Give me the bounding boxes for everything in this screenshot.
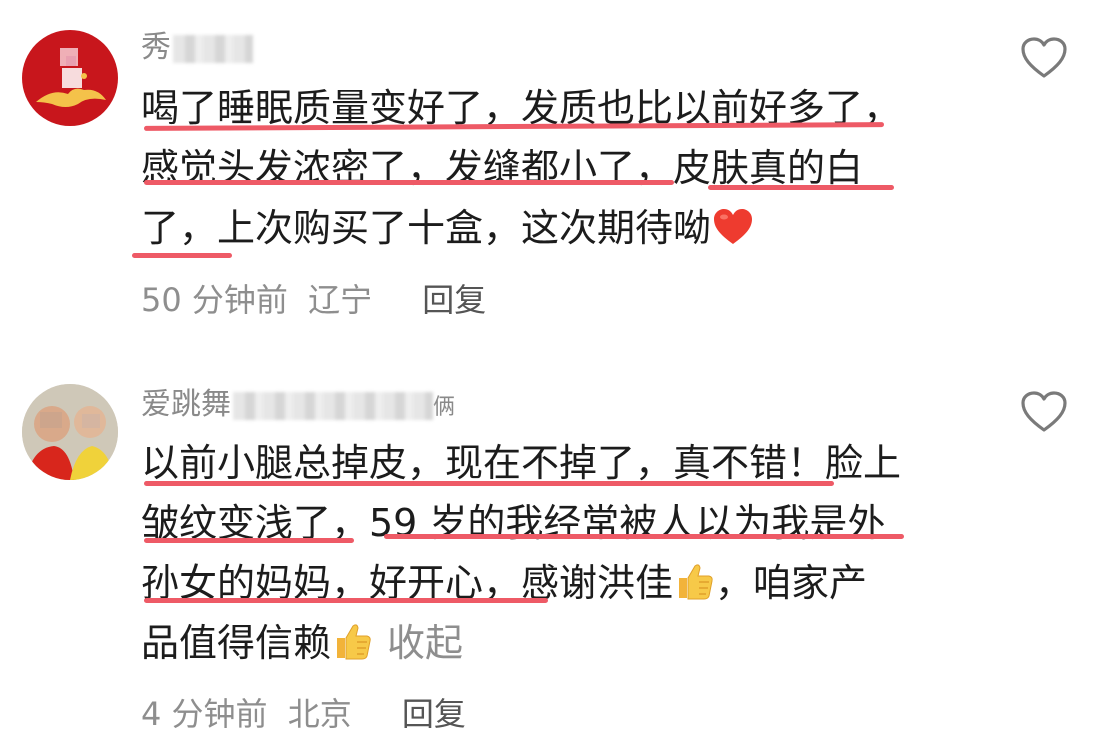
comment-location: 辽宁: [308, 281, 373, 319]
highlight-underline: [384, 534, 904, 539]
highlight-underline: [144, 180, 674, 185]
username[interactable]: 秀: [141, 28, 253, 68]
highlight-underline: [144, 598, 548, 603]
blurred-username: [173, 34, 253, 63]
username[interactable]: 爱跳舞俩: [141, 385, 455, 425]
highlight-underline: [144, 538, 354, 543]
comment-line: 品值得信赖 收起: [141, 621, 464, 665]
comment-line: 皱纹变浅了，59 岁的我经常被人以为我是外: [141, 501, 886, 545]
comment-meta: 50 分钟前 辽宁 回复: [141, 280, 486, 320]
thumbs-up-emoji-icon: [679, 564, 713, 600]
comment-text: 喝了睡眠质量变好了，发质也比以前好多了， 感觉头发浓密了，发缝都小了，皮肤真的白…: [141, 78, 961, 258]
blurred-username: [233, 391, 433, 420]
highlight-underline: [708, 185, 894, 190]
comment-line: 孙女的妈妈，好开心，感谢洪佳 ，咱家产: [141, 561, 868, 605]
highlight-underline: [132, 253, 232, 258]
avatar-photo-icon: [22, 384, 118, 480]
comment-text: 以前小腿总掉皮，现在不掉了，真不错！脸上 皱纹变浅了，59 岁的我经常被人以为我…: [141, 433, 961, 673]
red-heart-emoji-icon: [714, 209, 753, 244]
comment-time: 4 分钟前: [141, 695, 268, 733]
comment-time: 50 分钟前: [141, 281, 288, 319]
collapse-button[interactable]: 收起: [387, 621, 463, 665]
reply-button[interactable]: 回复: [422, 281, 486, 319]
avatar-figure-icon: [36, 48, 106, 107]
reply-button[interactable]: 回复: [402, 695, 466, 733]
thumbs-up-emoji-icon: [337, 624, 371, 660]
avatar[interactable]: [22, 384, 118, 480]
avatar[interactable]: [22, 30, 118, 126]
highlight-underline: [144, 481, 834, 486]
comment-meta: 4 分钟前 北京 回复: [141, 694, 466, 734]
like-heart-icon[interactable]: [1020, 390, 1068, 434]
like-heart-icon[interactable]: [1020, 36, 1068, 80]
comment-line: 了，上次购买了十盒，这次期待呦: [141, 198, 961, 258]
comment-location: 北京: [287, 695, 352, 733]
